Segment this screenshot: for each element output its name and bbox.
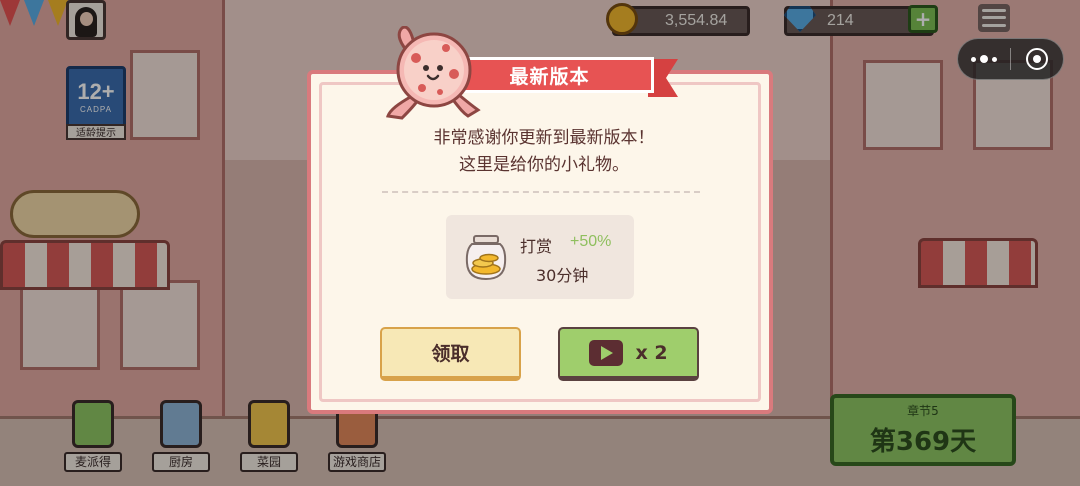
reward-duration: 30分钟 [536,266,589,285]
video-play-icon [589,339,624,366]
coin-jar-icon [465,235,507,281]
circle-close-icon[interactable] [1011,39,1063,79]
dialog-message-line1: 非常感谢你更新到最新版本！ [433,128,655,148]
reward-bonus: +50% [570,233,612,250]
video-button-label: x 2 [635,341,668,364]
reward-name: 打赏 [520,237,553,256]
dialog-title: 最新版本 [509,65,590,88]
reward-card [446,215,634,299]
claim-button[interactable]: 领取 [380,327,521,381]
claim-button-label: 领取 [431,343,470,365]
dialog-divider [382,191,700,193]
pizza-mascot-icon [386,26,481,120]
watch-video-double-button[interactable]: x 2 [558,327,699,381]
more-dots-icon[interactable] [958,39,1010,79]
miniprogram-capsule [957,38,1064,80]
dialog-message-line2: 这里是给你的小礼物。 [459,155,629,175]
